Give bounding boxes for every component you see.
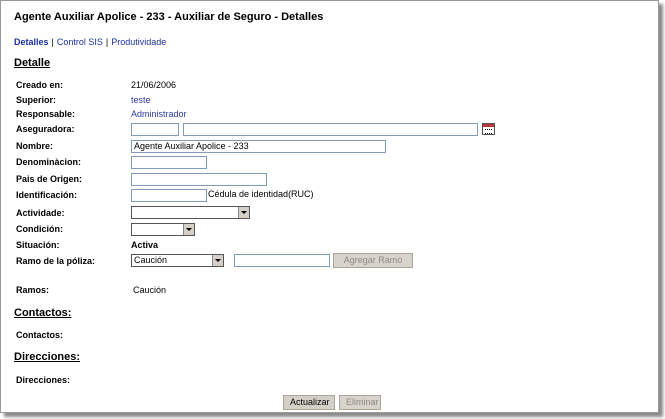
denominacion-label: Denominàcion:	[16, 157, 82, 167]
responsable-link[interactable]: Administrador	[131, 109, 187, 119]
ramos-value: Caución	[133, 285, 167, 295]
condicion-select[interactable]	[131, 223, 195, 236]
ramo-poliza-selected: Caución	[134, 255, 168, 265]
tab-produtividade[interactable]: Produtividade	[111, 37, 166, 47]
ramo-extra-input[interactable]	[234, 254, 330, 267]
nombre-input[interactable]: Agente Auxiliar Apolice - 233	[131, 140, 386, 153]
eliminar-button[interactable]: Eliminar	[339, 395, 381, 410]
calendar-icon[interactable]	[482, 123, 495, 135]
superior-link[interactable]: teste	[131, 95, 151, 105]
chevron-down-icon[interactable]	[238, 207, 249, 218]
nombre-label: Nombre:	[16, 141, 54, 151]
pais-origen-label: Pais de Origen:	[16, 174, 83, 184]
agregar-ramo-button[interactable]: Agregar Ramo	[333, 253, 413, 268]
aseguradora-label: Aseguradora:	[16, 124, 75, 134]
tab-control-sis[interactable]: Control SIS	[57, 37, 103, 47]
window-frame	[0, 0, 659, 413]
actividade-label: Actividade:	[16, 208, 65, 218]
responsable-label: Responsable:	[16, 109, 76, 119]
chevron-down-icon[interactable]	[183, 224, 194, 235]
creado-en-value: 21/06/2006	[131, 80, 177, 90]
section-contactos: Contactos:	[14, 307, 72, 319]
superior-label: Superior:	[16, 95, 57, 105]
ramo-poliza-label: Ramo de la póliza:	[16, 256, 96, 266]
identificacion-input[interactable]	[131, 189, 207, 202]
identificacion-label: Identificación:	[16, 190, 78, 200]
actualizar-button[interactable]: Actualizar	[283, 395, 335, 410]
section-detalle: Detalle	[14, 57, 51, 69]
aseguradora-code-input[interactable]	[131, 123, 179, 136]
ramo-poliza-select[interactable]: Caución	[131, 254, 224, 267]
page-title: Agente Auxiliar Apolice - 233 - Auxiliar…	[14, 11, 324, 23]
contactos-label: Contactos:	[16, 330, 63, 340]
aseguradora-name-input[interactable]	[183, 123, 478, 136]
direcciones-label: Direcciones:	[16, 375, 71, 385]
ramos-label: Ramos:	[16, 285, 50, 295]
condicion-label: Condición:	[16, 224, 63, 234]
tab-separator: |	[105, 37, 109, 47]
situacion-label: Situación:	[16, 240, 60, 250]
chevron-down-icon[interactable]	[212, 255, 223, 266]
denominacion-input[interactable]	[131, 156, 207, 169]
tab-bar: Detalles | Control SIS | Produtividade	[14, 37, 166, 47]
section-direcciones: Direcciones:	[14, 351, 81, 363]
situacion-value: Activa	[131, 240, 159, 250]
identificacion-hint: Cédula de identidad(RUC)	[208, 189, 314, 199]
tab-separator: |	[51, 37, 54, 47]
pais-origen-input[interactable]	[131, 173, 267, 186]
creado-en-label: Creado en:	[16, 80, 64, 90]
actividade-select[interactable]	[131, 206, 250, 219]
tab-detalles[interactable]: Detalles	[14, 37, 49, 47]
